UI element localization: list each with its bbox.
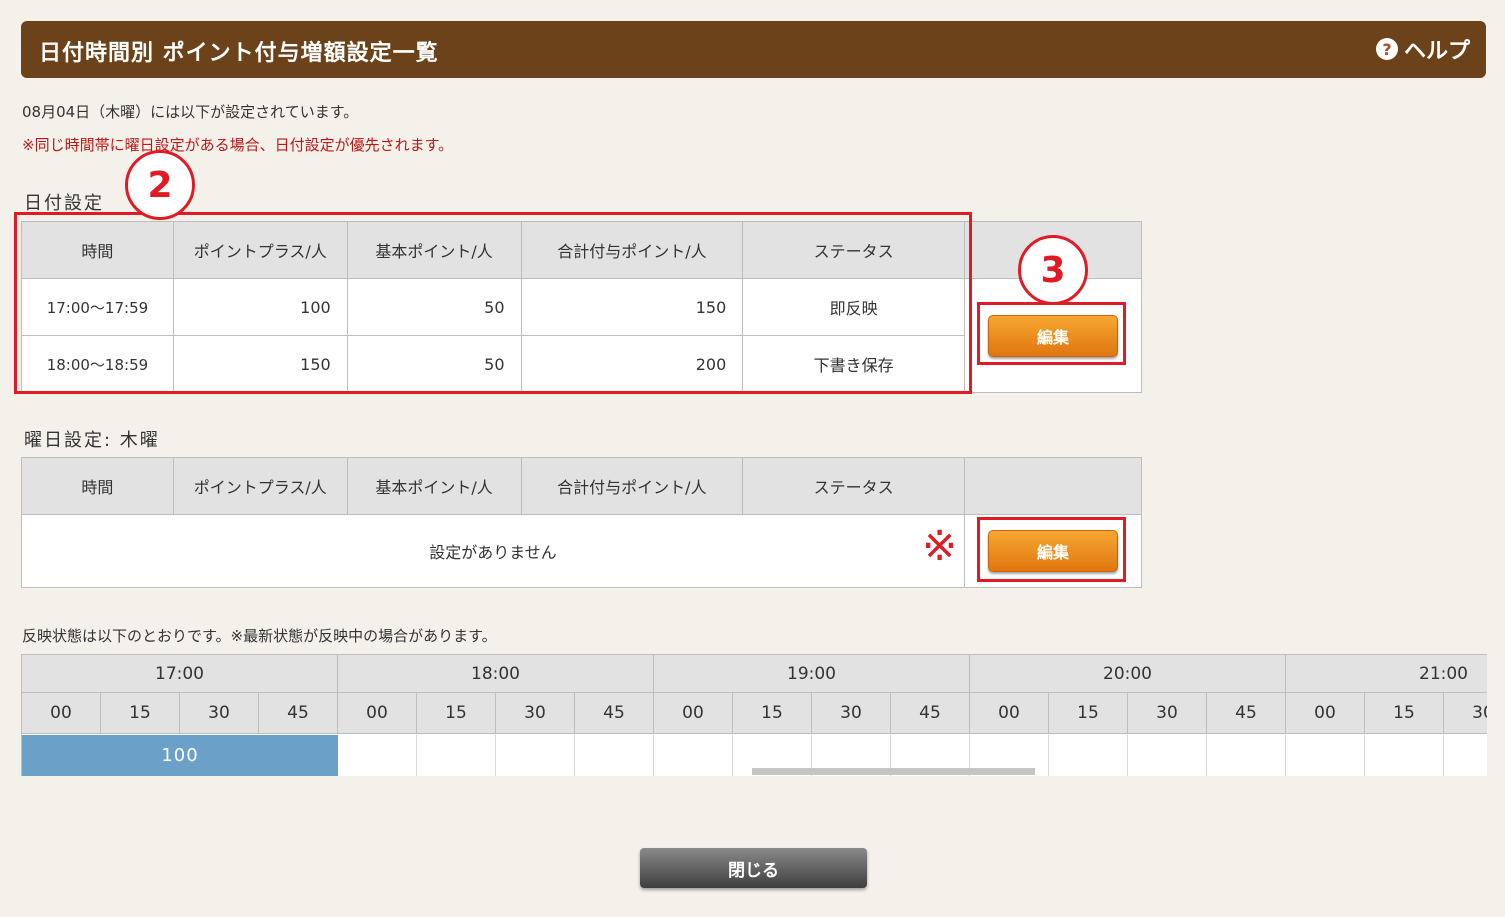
hour-cell: 17:00 bbox=[22, 655, 338, 693]
minute-cell: 15 bbox=[417, 693, 496, 734]
annotation-box-weekday-edit bbox=[977, 517, 1126, 582]
minute-cell: 45 bbox=[891, 693, 970, 734]
minute-cell: 30 bbox=[1128, 693, 1207, 734]
slot-cell bbox=[654, 735, 733, 776]
slot-cell bbox=[1365, 735, 1444, 776]
col-time: 時間 bbox=[21, 457, 174, 515]
minute-cell: 15 bbox=[733, 693, 812, 734]
col-action bbox=[964, 457, 1142, 515]
question-circle-icon: ? bbox=[1375, 38, 1398, 60]
minute-cell: 00 bbox=[338, 693, 417, 734]
minute-cell: 30 bbox=[1444, 693, 1487, 734]
minute-cell: 00 bbox=[1286, 693, 1365, 734]
slot-cell bbox=[417, 735, 496, 776]
page-header: 日付時間別 ポイント付与増額設定一覧 ? ヘルプ bbox=[21, 21, 1486, 78]
minute-cell: 15 bbox=[101, 693, 180, 734]
col-status: ステータス bbox=[742, 457, 966, 515]
slot-cell bbox=[575, 735, 654, 776]
weekday-section-label: 曜日設定: 木曜 bbox=[24, 430, 160, 451]
hour-cell: 18:00 bbox=[338, 655, 654, 693]
minute-row: 00 15 30 45 00 15 30 45 00 15 30 45 00 1… bbox=[22, 693, 1487, 734]
col-base-point: 基本ポイント/人 bbox=[346, 457, 522, 515]
table-row: 設定がありません 編集 bbox=[20, 514, 1142, 588]
empty-message: 設定がありません bbox=[20, 514, 966, 588]
annotation-number-3: 3 bbox=[1018, 235, 1088, 305]
minute-cell: 30 bbox=[496, 693, 575, 734]
slot-cell bbox=[1049, 735, 1128, 776]
close-button[interactable]: 閉じる bbox=[640, 848, 867, 888]
slot-cell bbox=[1207, 735, 1286, 776]
hour-cell: 20:00 bbox=[970, 655, 1286, 693]
minute-cell: 15 bbox=[1049, 693, 1128, 734]
minute-cell: 45 bbox=[575, 693, 654, 734]
slot-cell bbox=[1286, 735, 1365, 776]
col-total-point: 合計付与ポイント/人 bbox=[520, 457, 744, 515]
status-caption: 反映状態は以下のとおりです。※最新状態が反映中の場合があります。 bbox=[22, 627, 497, 645]
status-timeline[interactable]: 17:00 18:00 19:00 20:00 21:00 00 15 30 4… bbox=[21, 654, 1487, 776]
hour-cell: 21:00 bbox=[1286, 655, 1487, 693]
weekday-settings-table: 時間 ポイントプラス/人 基本ポイント/人 合計付与ポイント/人 ステータス 設… bbox=[20, 457, 1142, 588]
col-point-plus: ポイントプラス/人 bbox=[172, 457, 348, 515]
slot-cell bbox=[496, 735, 575, 776]
hour-row: 17:00 18:00 19:00 20:00 21:00 bbox=[22, 655, 1487, 693]
annotation-box-date-edit bbox=[977, 302, 1126, 365]
minute-cell: 30 bbox=[180, 693, 259, 734]
minute-cell: 00 bbox=[970, 693, 1049, 734]
annotation-number-2: 2 bbox=[125, 150, 195, 220]
help-link[interactable]: ? ヘルプ bbox=[1375, 33, 1470, 65]
minute-cell: 00 bbox=[654, 693, 733, 734]
minute-cell: 00 bbox=[22, 693, 101, 734]
minute-cell: 15 bbox=[1365, 693, 1444, 734]
annotation-kome-mark: ※ bbox=[922, 521, 958, 570]
slot-cell bbox=[338, 735, 417, 776]
help-label: ヘルプ bbox=[1403, 39, 1470, 64]
minute-cell: 45 bbox=[1207, 693, 1286, 734]
slot-cell bbox=[1444, 735, 1487, 776]
annotation-box-date-table bbox=[14, 212, 972, 394]
priority-notice: ※同じ時間帯に曜日設定がある場合、日付設定が優先されます。 bbox=[22, 136, 454, 154]
page-title: 日付時間別 ポイント付与増額設定一覧 bbox=[39, 41, 439, 66]
timeline-value-block: 100 bbox=[22, 735, 338, 776]
timeline-scrollbar[interactable] bbox=[752, 768, 1035, 775]
info-text: 08月04日（木曜）には以下が設定されています。 bbox=[22, 103, 359, 121]
hour-cell: 19:00 bbox=[654, 655, 970, 693]
minute-cell: 45 bbox=[259, 693, 338, 734]
minute-cell: 30 bbox=[812, 693, 891, 734]
slot-cell bbox=[1128, 735, 1207, 776]
